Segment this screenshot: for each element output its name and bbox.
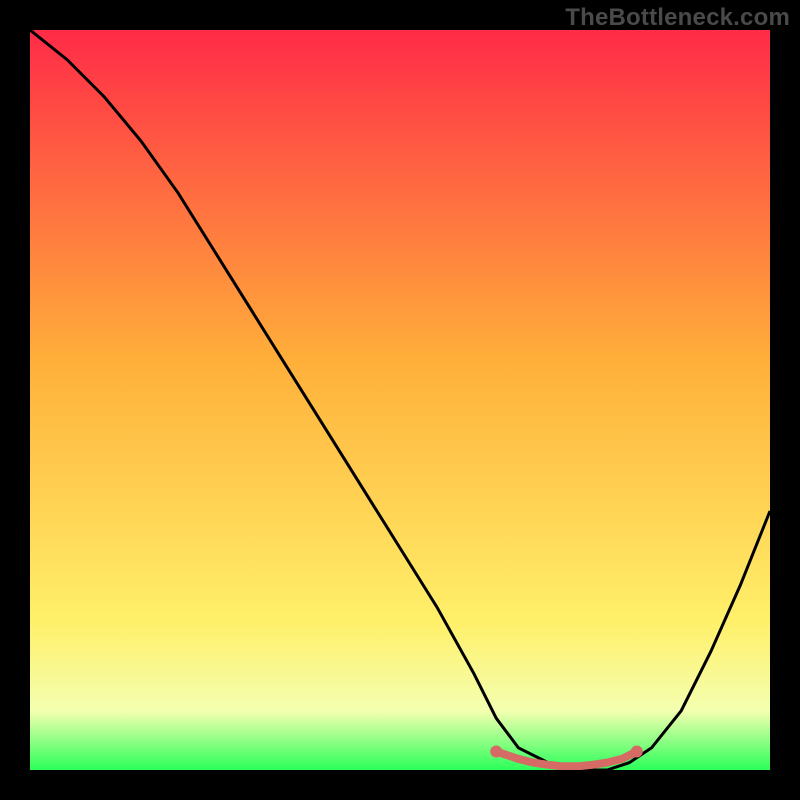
optimal-band-endpoint	[490, 746, 502, 758]
watermark-text: TheBottleneck.com	[565, 4, 790, 32]
optimal-band-endpoint	[631, 746, 643, 758]
plot-area	[30, 30, 770, 770]
chart-frame: TheBottleneck.com	[0, 0, 800, 800]
chart-svg	[30, 30, 770, 770]
